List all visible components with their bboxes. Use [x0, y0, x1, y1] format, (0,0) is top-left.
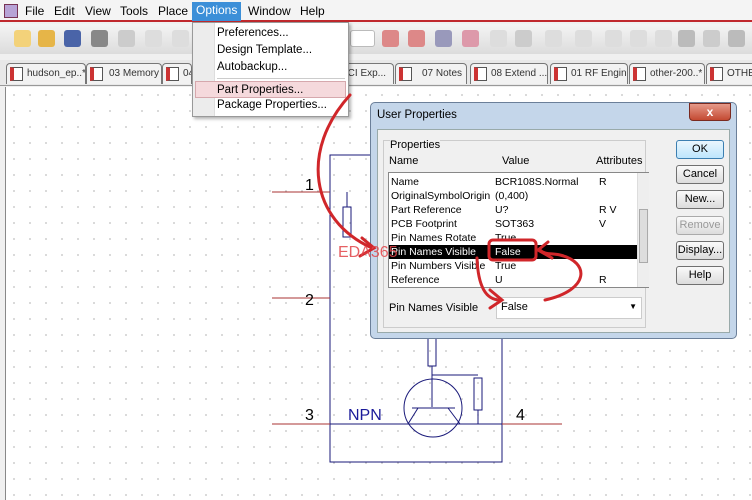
help-button[interactable]: Help	[676, 266, 724, 285]
cancel-button[interactable]: Cancel	[676, 165, 724, 184]
property-name: PCB Footprint	[391, 218, 457, 230]
property-row[interactable]: Pin Numbers Visible True	[389, 259, 637, 273]
property-row[interactable]: Pin Names Visible False	[389, 245, 637, 259]
resistor	[427, 337, 437, 367]
property-value: SOT363	[495, 218, 535, 230]
edit-label: Pin Names Visible	[389, 302, 479, 314]
property-value: True	[495, 232, 517, 244]
property-attr: V	[599, 218, 607, 230]
value-combobox[interactable]: False ▼	[496, 297, 642, 319]
property-name: Pin Names Visible	[391, 246, 477, 258]
menu-item-package-properties[interactable]: Package Properties...	[217, 99, 327, 111]
column-header-name: Name	[389, 155, 419, 167]
menu-item-autobackup[interactable]: Autobackup...	[217, 61, 287, 73]
property-name: Pin Numbers Visible	[391, 260, 486, 272]
menu-gutter	[193, 23, 215, 116]
transistor-collector	[407, 407, 419, 425]
options-menu: Preferences... Design Template... Autoba…	[192, 22, 349, 117]
property-value: U?	[495, 204, 509, 216]
property-row[interactable]: Part Reference U? R V	[389, 203, 637, 217]
property-row[interactable]: Name BCR108S.Normal R	[389, 175, 637, 189]
property-value: True	[495, 260, 517, 272]
pin-number: 4	[516, 407, 525, 424]
property-row[interactable]: OriginalSymbolOrigin (0,400)	[389, 189, 637, 203]
pin-number: 2	[305, 292, 314, 309]
scrollbar-thumb[interactable]	[639, 209, 648, 263]
group-label: Properties	[390, 139, 441, 151]
scrollbar[interactable]	[637, 173, 649, 287]
menu-separator	[217, 78, 345, 79]
property-attr: R V	[599, 204, 617, 216]
property-name: Reference	[391, 274, 440, 286]
pin-number: 3	[305, 407, 314, 424]
property-name: Part Reference	[391, 204, 462, 216]
property-value: U	[495, 274, 503, 286]
properties-list: Name BCR108S.Normal R OriginalSymbolOrigin (…	[388, 172, 649, 288]
property-row[interactable]: Pin Names Rotate True	[389, 231, 637, 245]
property-attr: R	[599, 176, 607, 188]
column-header-attributes: Attributes	[596, 155, 643, 167]
property-name: Pin Names Rotate	[391, 232, 477, 244]
combo-value: False	[501, 301, 528, 313]
close-button[interactable]: x	[689, 103, 731, 121]
remove-button[interactable]: Remove	[676, 216, 724, 235]
property-row[interactable]: PCB Footprint SOT363 V	[389, 217, 637, 231]
pin-number: 1	[305, 177, 314, 194]
dialog-body: Properties Name Value Attributes Name BCR…	[377, 129, 730, 333]
chevron-down-icon[interactable]: ▼	[629, 302, 637, 311]
resistor	[342, 206, 352, 238]
property-name: Name	[391, 176, 420, 188]
new-button[interactable]: New...	[676, 190, 724, 209]
menu-item-preferences[interactable]: Preferences...	[217, 27, 289, 39]
menu-item-design-template[interactable]: Design Template...	[217, 44, 312, 56]
property-value: BCR108S.Normal	[495, 176, 579, 188]
column-header-value: Value	[502, 155, 530, 167]
property-row[interactable]: Reference U R	[389, 273, 637, 287]
transistor-emitter	[447, 407, 461, 425]
display-button[interactable]: Display...	[676, 241, 724, 260]
menu-item-part-properties[interactable]: Part Properties...	[195, 81, 346, 98]
property-value: False	[495, 246, 521, 258]
property-attr: R	[599, 274, 607, 286]
ok-button[interactable]: OK	[676, 140, 724, 159]
dialog-title: User Properties	[377, 109, 457, 121]
part-type-label: NPN	[348, 407, 382, 424]
property-name: OriginalSymbolOrigin	[391, 190, 491, 202]
resistor	[473, 377, 483, 411]
property-value: (0,400)	[495, 190, 529, 202]
user-properties-dialog: User Properties x Properties Name Value …	[370, 102, 737, 339]
